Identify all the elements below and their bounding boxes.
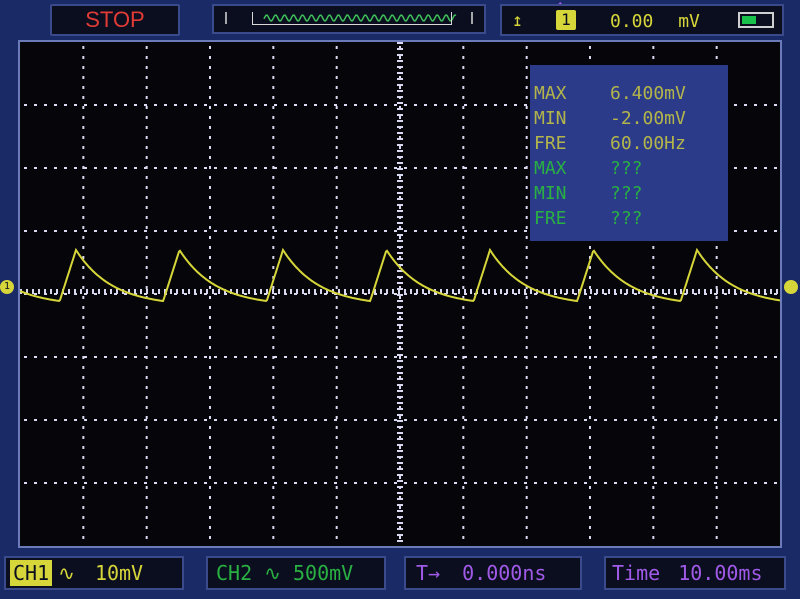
trigger-level-marker[interactable] — [784, 280, 798, 294]
top-status-bar: STOP ✥ ↥ 1 0.00 mV — [0, 0, 800, 38]
ch1-volts-div: 10mV — [94, 561, 144, 585]
ch1-min-measurement: MIN -2.00mV — [534, 106, 728, 131]
bottom-status-bar: CH1 ∿ 10mV CH2 ∿ 500mV T→ 0.000ns Time 10… — [0, 550, 800, 599]
ch2-min-value: ??? — [610, 183, 643, 204]
run-stop-indicator[interactable]: STOP — [50, 4, 180, 36]
ch2-volts-div: 500mV — [292, 561, 354, 585]
trigger-panel[interactable]: ↥ 1 0.00 mV — [500, 4, 784, 36]
time-base-value: 10.00ms — [678, 561, 763, 585]
ch1-max-label: MAX — [534, 83, 567, 104]
ac-coupling-icon: ∿ — [58, 561, 75, 585]
time-offset-label: T→ — [416, 561, 441, 585]
time-base-settings[interactable]: Time 10.00ms — [604, 556, 786, 590]
ch2-freq-label: FRE — [534, 208, 567, 229]
trigger-level-unit: mV — [678, 11, 700, 32]
ch1-freq-measurement: FRE 60.00Hz — [534, 131, 728, 156]
ch2-max-value: ??? — [610, 158, 643, 179]
trigger-level-value: 0.00 — [610, 11, 654, 32]
trigger-source-badge: 1 — [556, 10, 576, 30]
battery-level-fill — [742, 16, 756, 24]
ch1-settings[interactable]: CH1 ∿ 10mV — [4, 556, 184, 590]
time-base-label: Time — [612, 561, 661, 585]
scope-display[interactable]: MAX 6.400mV MIN -2.00mV FRE 60.00Hz MAX??? … — [18, 40, 782, 548]
time-offset-value: 0.000ns — [462, 561, 547, 585]
time-offset-settings[interactable]: T→ 0.000ns — [404, 556, 582, 590]
ch1-tag: CH1 — [10, 560, 53, 586]
memory-view-window[interactable] — [252, 12, 452, 25]
ch2-max-measurement: MAX??? — [534, 156, 728, 181]
ac-coupling-icon: ∿ — [264, 561, 281, 585]
trigger-level-readout: 0.00 mV — [610, 11, 700, 32]
ch2-min-measurement: MIN??? — [534, 181, 728, 206]
ch1-min-value: -2.00mV — [610, 108, 686, 129]
ch1-freq-label: FRE — [534, 133, 567, 154]
ch2-min-label: MIN — [534, 183, 567, 204]
ch2-label: CH2 — [216, 561, 253, 585]
ch2-freq-value: ??? — [610, 208, 643, 229]
ch1-max-value: 6.400mV — [610, 83, 686, 104]
ch2-settings[interactable]: CH2 ∿ 500mV — [206, 556, 386, 590]
ch1-freq-value: 60.00Hz — [610, 133, 686, 154]
ch1-min-label: MIN — [534, 108, 567, 129]
ch1-ground-level-marker[interactable]: 1 — [0, 280, 14, 294]
ch2-freq-measurement: FRE??? — [534, 206, 728, 231]
rising-edge-icon: ↥ — [512, 10, 523, 31]
memory-position-bar[interactable]: ✥ — [212, 0, 564, 34]
ch2-max-label: MAX — [534, 158, 567, 179]
ch1-max-measurement: MAX 6.400mV — [534, 81, 728, 106]
measurement-panel: MAX 6.400mV MIN -2.00mV FRE 60.00Hz MAX??? … — [530, 65, 728, 241]
battery-icon — [738, 12, 774, 28]
